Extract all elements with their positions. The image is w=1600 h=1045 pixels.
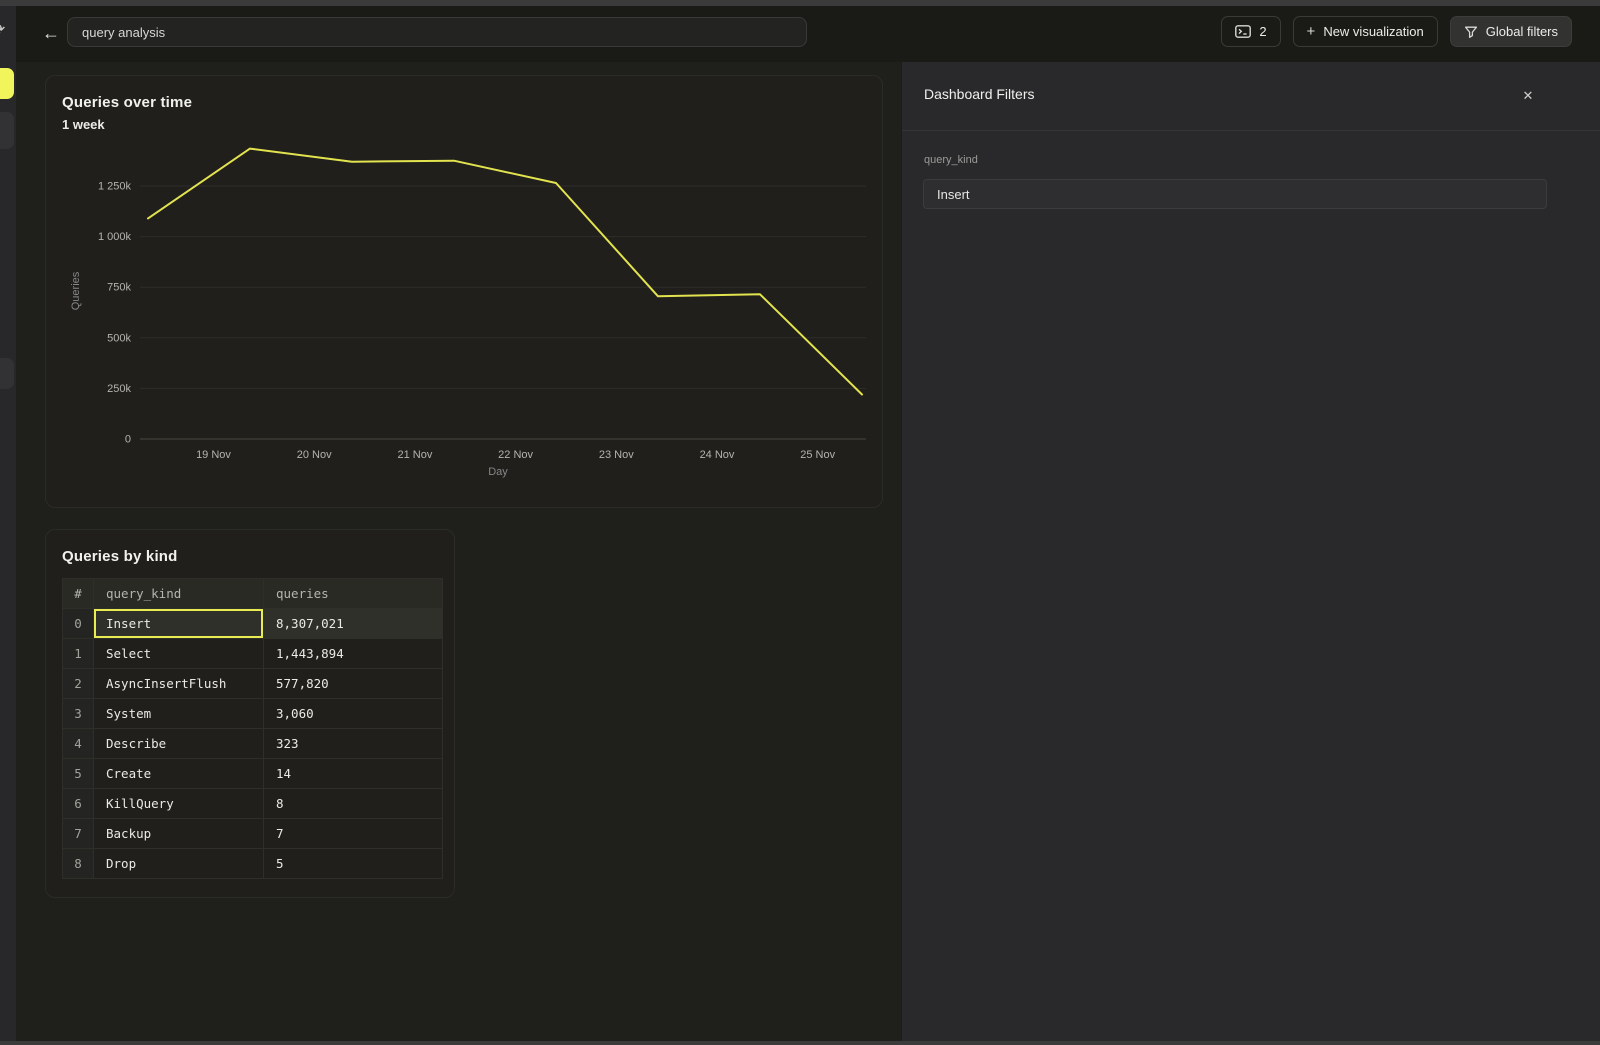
funnel-icon [1464,25,1478,39]
queries-value-cell[interactable]: 14 [264,759,443,789]
column-header-index: # [63,579,94,609]
x-tick-label: 22 Nov [498,449,533,461]
row-index-cell: 4 [63,729,94,759]
x-tick-label: 21 Nov [397,449,432,461]
window-edge-bottom [0,1041,1600,1045]
y-tick-label: 1 250k [98,181,132,193]
table-row: 5Create14 [63,759,443,789]
query-kind-cell[interactable]: System [94,699,264,729]
queries-by-kind-card: Queries by kind #query_kindqueries0Inser… [45,529,455,898]
row-index-cell: 0 [63,609,94,639]
sidebar-item[interactable] [0,358,14,389]
x-tick-label: 20 Nov [297,449,332,461]
row-index-cell: 3 [63,699,94,729]
queries-value-cell[interactable]: 1,443,894 [264,639,443,669]
query-kind-cell[interactable]: Insert [94,609,264,639]
y-tick-label: 1 000k [98,231,132,243]
table-header-row: #query_kindqueries [63,579,443,609]
new-visualization-button[interactable]: + New visualization [1293,16,1438,47]
queries-by-kind-table: #query_kindqueries0Insert8,307,0211Selec… [62,578,443,879]
queries-value-cell[interactable]: 7 [264,819,443,849]
queries-value-cell[interactable]: 3,060 [264,699,443,729]
table-row: 6KillQuery8 [63,789,443,819]
topbar-actions: 2 + New visualization Global filters [1221,16,1572,47]
x-tick-label: 19 Nov [196,449,231,461]
sidebar: ⟳ [0,6,16,1041]
queries-value-cell[interactable]: 323 [264,729,443,759]
row-index-cell: 8 [63,849,94,879]
queries-over-time-card: Queries over time 1 week 0250k500k750k1 … [45,75,883,508]
query-kind-cell[interactable]: Select [94,639,264,669]
queries-value-cell[interactable]: 577,820 [264,669,443,699]
queries-line-chart: 0 250k 500k 750k 1 000k 1 250k 19 Nov 20 Nov 21 … [46,76,882,507]
topbar: ← 2 + New visualization [16,6,1600,62]
global-filters-label: Global filters [1486,24,1558,39]
dashboard-window: ⟳ ← 2 + New visualization [0,0,1600,1045]
query-kind-cell[interactable]: Backup [94,819,264,849]
close-icon[interactable]: ✕ [1516,84,1540,108]
table-title: Queries by kind [62,548,178,565]
global-filters-button[interactable]: Global filters [1450,16,1572,47]
new-visualization-label: New visualization [1323,24,1423,39]
query-kind-cell[interactable]: Describe [94,729,264,759]
console-count-button[interactable]: 2 [1221,16,1280,47]
dashboard-filters-panel: Dashboard Filters ✕ query_kind [901,62,1600,1041]
row-index-cell: 2 [63,669,94,699]
query-kind-cell[interactable]: AsyncInsertFlush [94,669,264,699]
row-index-cell: 5 [63,759,94,789]
y-axis-label: Queries [70,271,82,310]
plus-icon: + [1307,23,1316,40]
back-arrow-icon: ← [42,23,60,44]
y-tick-label: 750k [107,282,131,294]
console-icon [1235,25,1251,38]
back-button[interactable]: ← [38,20,64,46]
queries-series-line [148,149,862,395]
queries-value-cell[interactable]: 8 [264,789,443,819]
table-row: 7Backup7 [63,819,443,849]
x-axis-label: Day [488,466,508,478]
table-row: 3System3,060 [63,699,443,729]
sidebar-item-active[interactable] [0,68,14,99]
x-tick-label: 25 Nov [800,449,835,461]
y-tick-label: 250k [107,383,131,395]
sidebar-item[interactable] [0,112,14,149]
filters-panel-title: Dashboard Filters [924,86,1035,102]
query-kind-cell[interactable]: KillQuery [94,789,264,819]
x-tick-label: 24 Nov [700,449,735,461]
column-header-queries: queries [264,579,443,609]
query-kind-filter-input[interactable] [923,179,1547,209]
queries-value-cell[interactable]: 8,307,021 [264,609,443,639]
y-tick-label: 0 [125,434,131,446]
queries-value-cell[interactable]: 5 [264,849,443,879]
table-row: 2AsyncInsertFlush577,820 [63,669,443,699]
dashboard-title-input[interactable] [67,17,807,47]
table-row: 1Select1,443,894 [63,639,443,669]
query-kind-cell[interactable]: Create [94,759,264,789]
table-row: 0Insert8,307,021 [63,609,443,639]
filter-field-label: query_kind [924,154,978,166]
column-header-query_kind: query_kind [94,579,264,609]
row-index-cell: 7 [63,819,94,849]
filters-panel-header: Dashboard Filters ✕ [902,62,1600,131]
table-row: 8Drop5 [63,849,443,879]
row-index-cell: 6 [63,789,94,819]
console-count: 2 [1259,24,1266,39]
row-index-cell: 1 [63,639,94,669]
y-tick-label: 500k [107,332,131,344]
refresh-icon[interactable]: ⟳ [0,20,5,40]
query-kind-cell[interactable]: Drop [94,849,264,879]
table-row: 4Describe323 [63,729,443,759]
x-tick-label: 23 Nov [599,449,634,461]
